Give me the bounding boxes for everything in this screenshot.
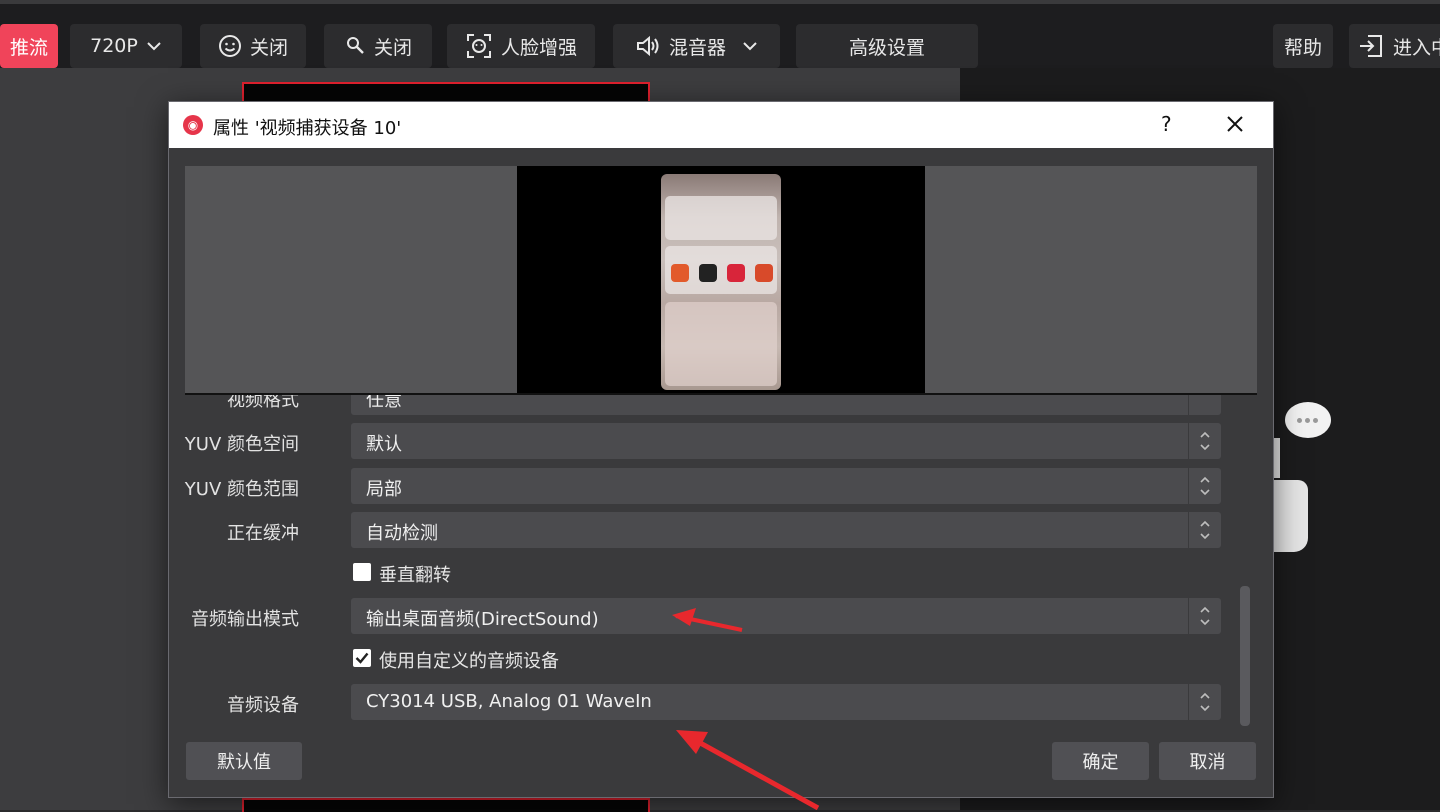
chevron-down-icon (743, 42, 757, 51)
filter-toggle-button[interactable]: 关闭 (324, 24, 432, 68)
help-label: 帮助 (1283, 36, 1322, 59)
magic-wand-icon (346, 37, 364, 54)
updown-arrows-icon (1188, 512, 1221, 548)
top-toolbar: 推流 720P 关闭 关闭 人脸增强 混音器 高级设置 帮助 进入中 (0, 0, 1440, 68)
advanced-settings-label: 高级设置 (848, 36, 925, 59)
phone-notification-card (665, 196, 777, 240)
audio-device-select[interactable]: CY3014 USB, Analog 01 WaveIn (351, 684, 1221, 720)
yuv-color-range-value: 局部 (366, 479, 402, 500)
chevron-down-icon (147, 42, 161, 51)
yuv-color-space-row: YUV 颜色空间 默认 (169, 423, 1229, 459)
face-enhance-button[interactable]: 人脸增强 (447, 24, 595, 68)
updown-arrows-icon (1188, 423, 1221, 459)
face-enhance-label: 人脸增强 (500, 36, 577, 59)
vertical-flip-checkbox[interactable] (353, 563, 371, 581)
chat-icon[interactable] (1285, 402, 1331, 438)
properties-dialog: ◉ 属性 '视频捕获设备 10' ? 视频格式 任意 YUV 颜色空间 默认 Y… (168, 101, 1274, 798)
yuv-color-space-select[interactable]: 默认 (351, 423, 1221, 459)
buffering-row: 正在缓冲 自动检测 (169, 512, 1229, 548)
help-icon[interactable]: ? (1161, 112, 1172, 136)
checkmark-icon (355, 652, 369, 664)
updown-arrows-icon (1188, 468, 1221, 504)
speaker-icon (636, 35, 659, 57)
audio-output-mode-select[interactable]: 输出桌面音频(DirectSound) (351, 598, 1221, 634)
phone-screen-capture (661, 174, 781, 390)
properties-form: 视频格式 任意 YUV 颜色空间 默认 YUV 颜色范围 局部 正在缓冲 自动检… (169, 395, 1259, 735)
yuv-color-range-select[interactable]: 局部 (351, 468, 1221, 504)
yuv-color-space-label: YUV 颜色空间 (184, 434, 299, 455)
custom-audio-checkbox[interactable] (353, 649, 371, 667)
smile-icon (218, 35, 241, 57)
defaults-button[interactable]: 默认值 (186, 742, 302, 780)
custom-audio-label: 使用自定义的音频设备 (379, 651, 559, 672)
help-button[interactable]: 帮助 (1273, 24, 1333, 68)
video-format-label: 视频格式 (227, 395, 299, 411)
enter-room-label: 进入中 (1393, 36, 1440, 59)
audio-device-label: 音频设备 (227, 695, 299, 716)
buffering-select[interactable]: 自动检测 (351, 512, 1221, 548)
resolution-label: 720P (90, 35, 138, 57)
beauty-toggle-button[interactable]: 关闭 (200, 24, 306, 68)
source-preview (185, 166, 1257, 393)
audio-output-mode-value: 输出桌面音频(DirectSound) (366, 609, 599, 630)
annotation-arrow-icon (676, 730, 820, 810)
preview-video-frame (517, 166, 925, 393)
cancel-button[interactable]: 取消 (1159, 742, 1256, 780)
updown-arrows-icon (1188, 684, 1221, 720)
yuv-color-space-value: 默认 (366, 434, 402, 455)
defaults-button-label: 默认值 (217, 752, 271, 773)
live-stream-button[interactable]: 推流 (0, 24, 58, 68)
updown-arrows-icon (1188, 598, 1221, 634)
yuv-color-range-row: YUV 颜色范围 局部 (169, 468, 1229, 504)
enter-room-button[interactable]: 进入中 (1349, 24, 1440, 68)
video-format-value: 任意 (366, 395, 402, 411)
form-scrollbar[interactable] (1240, 586, 1250, 726)
advanced-settings-button[interactable]: 高级设置 (796, 24, 978, 68)
audio-device-value: CY3014 USB, Analog 01 WaveIn (366, 691, 652, 712)
cancel-button-label: 取消 (1189, 752, 1226, 773)
buffering-label: 正在缓冲 (227, 523, 299, 544)
ok-button[interactable]: 确定 (1052, 742, 1149, 780)
vertical-flip-label: 垂直翻转 (379, 565, 451, 586)
audio-output-mode-label: 音频输出模式 (191, 609, 299, 630)
face-scan-icon (466, 34, 491, 58)
phone-weather-card (665, 302, 777, 386)
mixer-label: 混音器 (668, 36, 726, 59)
app-logo-icon: ◉ (183, 115, 203, 135)
close-icon[interactable] (1225, 114, 1245, 134)
dialog-titlebar: ◉ 属性 '视频捕获设备 10' ? (169, 102, 1273, 148)
live-stream-label: 推流 (9, 36, 48, 59)
yuv-color-range-label: YUV 颜色范围 (184, 479, 299, 500)
audio-device-row: 音频设备 CY3014 USB, Analog 01 WaveIn (169, 684, 1229, 720)
buffering-value: 自动检测 (366, 523, 438, 544)
resolution-dropdown[interactable]: 720P (70, 24, 182, 68)
mixer-dropdown[interactable]: 混音器 (613, 24, 780, 68)
video-format-select[interactable]: 任意 (351, 395, 1221, 415)
decorative-shape (1268, 480, 1308, 552)
filter-toggle-label: 关闭 (373, 36, 412, 59)
annotation-arrow-icon (672, 608, 743, 632)
updown-arrows-icon (1188, 395, 1221, 415)
beauty-toggle-label: 关闭 (249, 36, 288, 59)
phone-apps-card (665, 246, 777, 294)
enter-icon (1360, 35, 1382, 57)
ok-button-label: 确定 (1082, 752, 1119, 773)
dialog-title: 属性 '视频捕获设备 10' (213, 118, 402, 139)
video-format-row: 视频格式 任意 (169, 395, 1229, 415)
